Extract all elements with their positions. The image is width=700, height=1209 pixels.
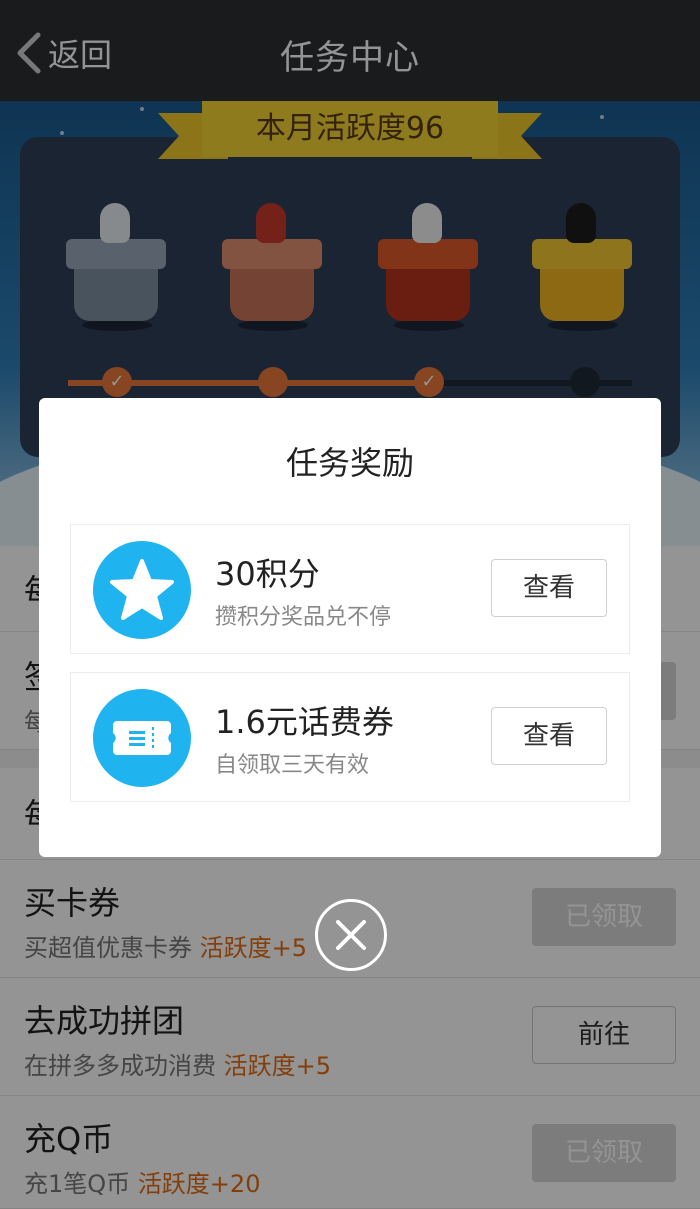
view-button[interactable]: 查看 [491, 559, 607, 617]
modal-title: 任务奖励 [285, 444, 414, 482]
ticket-icon [93, 689, 191, 787]
reward-name: 30积分 [215, 555, 320, 593]
view-button[interactable]: 查看 [491, 707, 607, 765]
reward-item: 30积分 攒积分奖品兑不停 查看 [70, 524, 630, 654]
reward-item: 1.6元话费券 自领取三天有效 查看 [70, 672, 630, 802]
reward-modal: 任务奖励 30积分 攒积分奖品兑不停 查看 1.6元话费券 自领取三天有效 查看 [39, 398, 661, 857]
reward-desc: 攒积分奖品兑不停 [215, 605, 392, 630]
close-icon [336, 920, 366, 950]
star-icon [93, 541, 191, 639]
reward-desc: 自领取三天有效 [215, 753, 370, 778]
reward-name: 1.6元话费券 [215, 703, 394, 741]
close-modal-button[interactable] [315, 899, 387, 971]
